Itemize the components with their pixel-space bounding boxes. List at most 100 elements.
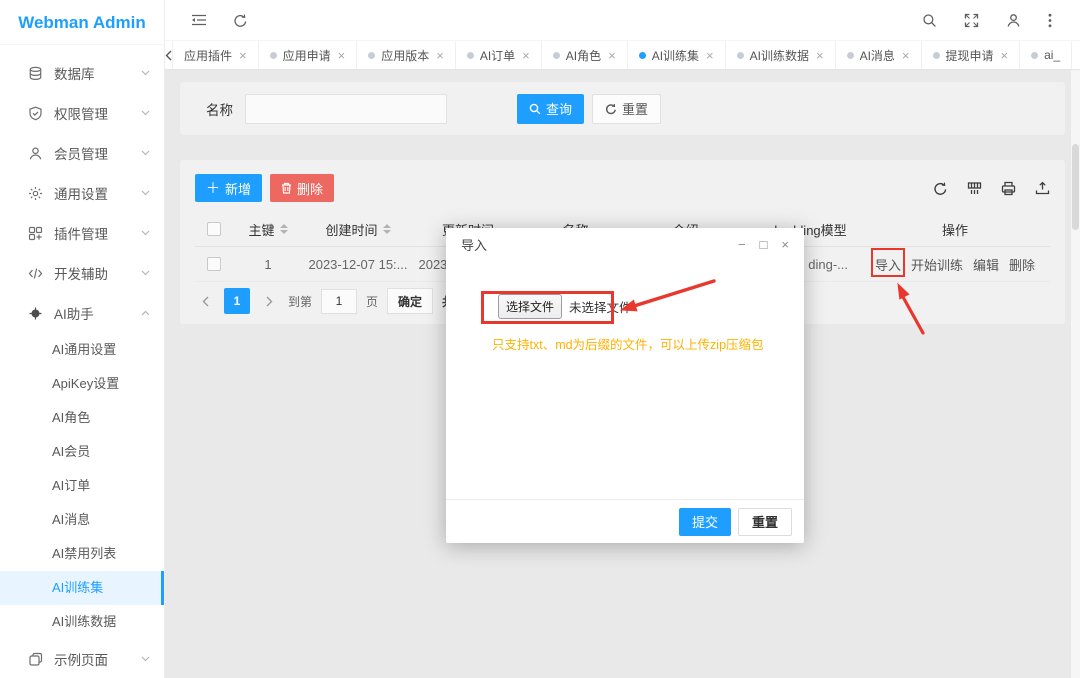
tab-app-requests[interactable]: 应用申请 × (259, 41, 358, 69)
sidebar-item-plugins[interactable]: 插件管理 (0, 213, 164, 253)
sidebar-item-example-pages[interactable]: 示例页面 (0, 639, 164, 678)
tab-label: AI消息 (859, 48, 895, 63)
tab-ai-truncated[interactable]: ai_ (1020, 41, 1073, 69)
delete-link[interactable]: 删除 (1009, 255, 1035, 274)
sidebar-item-label: 通用设置 (54, 187, 108, 202)
select-all-checkbox[interactable] (207, 222, 221, 236)
query-button[interactable]: 查询 (517, 93, 585, 124)
sidebar-item-label: 权限管理 (54, 107, 108, 122)
tab-app-versions[interactable]: 应用版本 × (357, 41, 456, 69)
table-refresh-icon[interactable] (933, 181, 948, 196)
edit-link[interactable]: 编辑 (973, 255, 999, 274)
columns-filter-icon[interactable] (967, 181, 982, 196)
name-input[interactable] (245, 93, 447, 124)
tab-dot-icon (932, 51, 940, 59)
close-icon[interactable]: × (338, 48, 346, 63)
search-icon (529, 103, 541, 114)
sidebar-item-permissions[interactable]: 权限管理 (0, 93, 164, 133)
close-icon[interactable]: × (608, 48, 616, 63)
annotation-box-file-input (481, 291, 614, 324)
app-logo: Webman Admin (0, 0, 164, 45)
close-icon[interactable]: × (239, 48, 247, 63)
submit-button[interactable]: 提交 (678, 507, 731, 536)
column-header-created[interactable]: 创建时间 (303, 220, 413, 239)
close-icon[interactable]: × (816, 48, 824, 63)
topbar (165, 0, 1080, 40)
close-icon[interactable]: × (436, 48, 444, 63)
sidebar-item-ai-roles[interactable]: AI角色 (0, 401, 164, 435)
dialog-title: 导入 (461, 237, 488, 253)
tab-dot-icon (552, 51, 560, 59)
close-icon[interactable]: × (781, 238, 789, 251)
sidebar-item-members[interactable]: 会员管理 (0, 133, 164, 173)
minimize-icon[interactable]: − (738, 238, 746, 251)
tab-label: ai_ (1044, 48, 1061, 62)
user-profile-icon[interactable] (1006, 13, 1021, 28)
current-page-button[interactable]: 1 (224, 288, 250, 314)
close-icon[interactable]: × (522, 48, 530, 63)
name-field-label: 名称 (206, 102, 233, 118)
scrollbar-thumb[interactable] (1072, 144, 1079, 230)
search-icon[interactable] (922, 13, 937, 28)
tab-ai-roles[interactable]: AI角色 × (542, 41, 628, 69)
tab-ai-orders[interactable]: AI订单 × (456, 41, 542, 69)
sidebar-item-ai-training-data[interactable]: AI训练数据 (0, 605, 164, 639)
chevron-down-icon (141, 190, 150, 196)
sidebar-item-settings[interactable]: 通用设置 (0, 173, 164, 213)
tab-scroll-left-icon[interactable] (165, 41, 172, 69)
sort-icon[interactable] (382, 224, 391, 234)
delete-button[interactable]: 删除 (270, 174, 335, 202)
plus-icon: ＋ (206, 180, 220, 196)
tab-ai-messages[interactable]: AI消息 × (836, 41, 922, 69)
goto-page-input[interactable] (321, 288, 358, 314)
row-checkbox[interactable] (207, 257, 221, 271)
sidebar-item-label: 数据库 (54, 67, 95, 82)
start-training-link[interactable]: 开始训练 (911, 255, 963, 274)
tab-dot-icon (1031, 51, 1039, 59)
dialog-reset-button[interactable]: 重置 (737, 507, 792, 536)
sidebar-item-ai-general-settings[interactable]: AI通用设置 (0, 333, 164, 367)
reset-button[interactable]: 重置 (592, 93, 662, 124)
goto-confirm-button[interactable]: 确定 (387, 288, 434, 314)
print-icon[interactable] (1001, 181, 1016, 196)
add-button[interactable]: ＋ 新增 (195, 174, 263, 202)
more-options-icon[interactable] (1048, 13, 1052, 28)
sidebar-item-ai-training-set[interactable]: AI训练集 (0, 571, 164, 605)
sidebar-item-label: 示例页面 (54, 653, 108, 668)
tab-withdrawal-requests[interactable]: 提现申请 × (922, 41, 1021, 69)
next-page-icon[interactable] (259, 288, 279, 314)
close-icon[interactable]: × (1001, 48, 1009, 63)
search-panel: 名称 查询 重置 (180, 82, 1065, 135)
sidebar-item-ai-orders[interactable]: AI订单 (0, 469, 164, 503)
sidebar-item-apikey-settings[interactable]: ApiKey设置 (0, 367, 164, 401)
refresh-icon[interactable] (233, 13, 248, 28)
tab-ai-training-data[interactable]: AI训练数据 × (726, 41, 836, 69)
close-icon[interactable]: × (902, 48, 910, 63)
ai-icon (28, 306, 45, 321)
sort-icon[interactable] (279, 224, 288, 234)
tab-label: AI训练数据 (749, 48, 809, 63)
sidebar-item-ai-assistant[interactable]: AI助手 (0, 293, 164, 333)
prev-page-icon[interactable] (195, 288, 215, 314)
dialog-footer: 提交 重置 (446, 499, 804, 543)
export-icon[interactable] (1035, 181, 1050, 196)
fullscreen-icon[interactable] (964, 13, 979, 28)
scrollbar-track[interactable] (1071, 70, 1080, 678)
sidebar-item-ai-members[interactable]: AI会员 (0, 435, 164, 469)
import-dialog: 导入 − □ × 选择文件 未选择文件 只支持txt、md为后缀的文件，可以上传… (446, 228, 804, 543)
tab-scroll-right-icon[interactable] (1072, 41, 1080, 69)
chevron-down-icon (141, 70, 150, 76)
column-header-id[interactable]: 主键 (233, 220, 303, 239)
page-unit-label: 页 (366, 294, 379, 309)
sidebar-item-dev-tools[interactable]: 开发辅助 (0, 253, 164, 293)
code-icon (28, 266, 45, 281)
sidebar-item-label: AI助手 (54, 307, 94, 322)
sidebar-item-database[interactable]: 数据库 (0, 53, 164, 93)
maximize-icon[interactable]: □ (760, 238, 768, 251)
sidebar-item-ai-messages[interactable]: AI消息 (0, 503, 164, 537)
tab-app-plugins[interactable]: 应用插件 × (172, 41, 259, 69)
sidebar-item-ai-blocklist[interactable]: AI禁用列表 (0, 537, 164, 571)
tab-ai-training-set[interactable]: AI训练集 × (628, 41, 726, 69)
close-icon[interactable]: × (706, 48, 714, 63)
collapse-sidebar-icon[interactable] (191, 13, 207, 28)
